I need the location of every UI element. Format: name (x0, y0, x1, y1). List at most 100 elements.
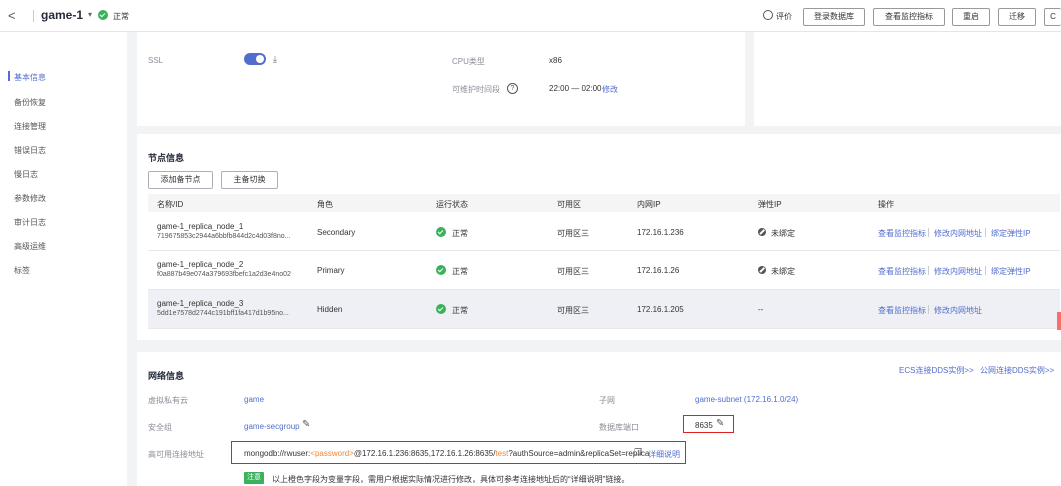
view-metrics-button[interactable]: 查看监控指标 (873, 8, 945, 26)
floating-feedback-tab[interactable] (1057, 312, 1061, 330)
divider (985, 266, 986, 275)
sidebar-item-backup[interactable]: 备份恢复 (14, 97, 46, 108)
node-name: game-1_replica_node_1 (157, 222, 244, 231)
chevron-down-icon[interactable]: ▾ (88, 10, 92, 19)
security-group-label: 安全组 (148, 423, 172, 432)
basic-info-card (137, 32, 745, 126)
sidebar-item-params[interactable]: 参数修改 (14, 193, 46, 204)
status-ok-icon (436, 304, 446, 314)
help-icon[interactable]: ? (507, 83, 518, 94)
detail-link[interactable]: 详细说明 (648, 449, 680, 460)
node-private-ip: 172.16.1.205 (637, 305, 684, 314)
node-eip: 未绑定 (771, 267, 795, 276)
col-role: 角色 (317, 200, 333, 209)
ssl-label: SSL (148, 56, 164, 65)
note-badge: 注意 (244, 472, 264, 484)
node-zone: 可用区三 (557, 229, 589, 238)
node-private-ip: 172.16.1.26 (637, 266, 680, 275)
node-id: 719675853c2944a6bbfb844d2c4d03f8no... (157, 233, 291, 240)
node-id: 5dd1e7578d2744c191bff1fa417d1b95no... (157, 310, 289, 317)
maintenance-window-label: 可维护时间段 (452, 85, 500, 94)
migrate-button[interactable]: 迁移 (998, 8, 1036, 26)
sidebar-item-advanced-ops[interactable]: 高级运维 (14, 241, 46, 252)
bind-eip-link[interactable]: 绑定弹性IP (991, 266, 1031, 277)
active-indicator (8, 71, 10, 81)
smile-icon[interactable] (763, 10, 773, 20)
basic-info-card-right (754, 32, 1061, 126)
ha-address-label: 高可用连接地址 (148, 450, 204, 459)
public-connect-link[interactable]: 公网连接DDS实例>> (980, 365, 1054, 376)
login-db-button[interactable]: 登录数据库 (803, 8, 865, 26)
ecs-connect-link[interactable]: ECS连接DDS实例>> (899, 365, 974, 376)
uri-password: <password> (310, 449, 354, 458)
uri-suffix: ?authSource=admin&replicaSet=replica (508, 449, 650, 458)
node-private-ip: 172.16.1.236 (637, 228, 684, 237)
note-text: 以上橙色字段为变量字段，需用户根据实际情况进行修改，具体可参考连接地址后的“详细… (272, 475, 630, 484)
maintenance-window-value: 22:00 — 02:00 (549, 84, 602, 93)
node-zone: 可用区三 (557, 306, 589, 315)
vpc-link[interactable]: game (244, 395, 264, 404)
node-role: Secondary (317, 228, 356, 237)
edit-icon[interactable]: ✎ (716, 418, 724, 429)
cpu-type-value: x86 (549, 56, 562, 65)
subnet-label: 子网 (599, 396, 615, 405)
copy-icon[interactable]: ❐ (634, 447, 642, 458)
restart-button[interactable]: 重启 (952, 8, 990, 26)
uri-db: test (495, 449, 509, 458)
status-ok-icon (436, 227, 446, 237)
modify-private-ip-link[interactable]: 修改内网地址 (934, 228, 982, 239)
top-bar: < game-1 ▾ 正常 评价 登录数据库 查看监控指标 重启 迁移 C (0, 0, 1061, 32)
sidebar-item-slow-log[interactable]: 慢日志 (14, 169, 38, 180)
col-actions: 操作 (878, 200, 894, 209)
status-ok-icon (436, 265, 446, 275)
sidebar: 基本信息 备份恢复 连接管理 错误日志 慢日志 参数修改 审计日志 高级运维 标… (0, 32, 127, 486)
sidebar-item-basic-info[interactable]: 基本信息 (14, 72, 46, 83)
vpc-label: 虚拟私有云 (148, 396, 188, 405)
status-ok-icon (98, 10, 108, 20)
rate-link[interactable]: 评价 (776, 11, 792, 22)
unbound-icon (758, 266, 766, 274)
node-status: 正常 (452, 306, 468, 315)
sidebar-item-error-log[interactable]: 错误日志 (14, 145, 46, 156)
divider (928, 305, 929, 314)
node-zone: 可用区三 (557, 267, 589, 276)
instance-status: 正常 (113, 12, 129, 21)
node-eip: -- (758, 305, 764, 314)
subnet-link[interactable]: game-subnet (172.16.1.0/24) (695, 395, 798, 404)
add-standby-node-button[interactable]: 添加备节点 (148, 171, 213, 189)
db-port-value: 8635 (695, 421, 713, 430)
sidebar-item-connections[interactable]: 连接管理 (14, 121, 46, 132)
divider (33, 10, 34, 22)
divider (928, 228, 929, 237)
col-eip: 弹性IP (758, 200, 782, 209)
network-info-title: 网络信息 (148, 371, 185, 381)
node-role: Hidden (317, 305, 343, 314)
node-role: Primary (317, 266, 345, 275)
more-button[interactable]: C (1044, 8, 1061, 26)
ssl-toggle[interactable] (244, 53, 266, 65)
security-group-link[interactable]: game-secgroup (244, 422, 300, 431)
modify-private-ip-link[interactable]: 修改内网地址 (934, 305, 982, 316)
node-table-header (148, 194, 1060, 212)
modify-private-ip-link[interactable]: 修改内网地址 (934, 266, 982, 277)
col-zone: 可用区 (557, 200, 581, 209)
bind-eip-link[interactable]: 绑定弹性IP (991, 228, 1031, 239)
sidebar-item-audit-log[interactable]: 审计日志 (14, 217, 46, 228)
view-metrics-link[interactable]: 查看监控指标 (878, 266, 926, 277)
view-metrics-link[interactable]: 查看监控指标 (878, 305, 926, 316)
back-icon[interactable]: < (8, 8, 16, 23)
col-status: 运行状态 (436, 200, 468, 209)
edit-icon[interactable]: ✎ (302, 419, 310, 430)
sidebar-item-tags[interactable]: 标签 (14, 265, 30, 276)
divider (928, 266, 929, 275)
node-status: 正常 (452, 229, 468, 238)
divider (985, 228, 986, 237)
download-icon[interactable]: ⤓ (273, 54, 277, 65)
ha-connection-uri[interactable]: mongodb://rwuser:<password>@172.16.1.236… (244, 449, 649, 458)
node-status: 正常 (452, 267, 468, 276)
unbound-icon (758, 228, 766, 236)
col-private-ip: 内网IP (637, 200, 661, 209)
modify-maintenance-link[interactable]: 修改 (602, 84, 618, 95)
switchover-button[interactable]: 主备切换 (221, 171, 278, 189)
view-metrics-link[interactable]: 查看监控指标 (878, 228, 926, 239)
